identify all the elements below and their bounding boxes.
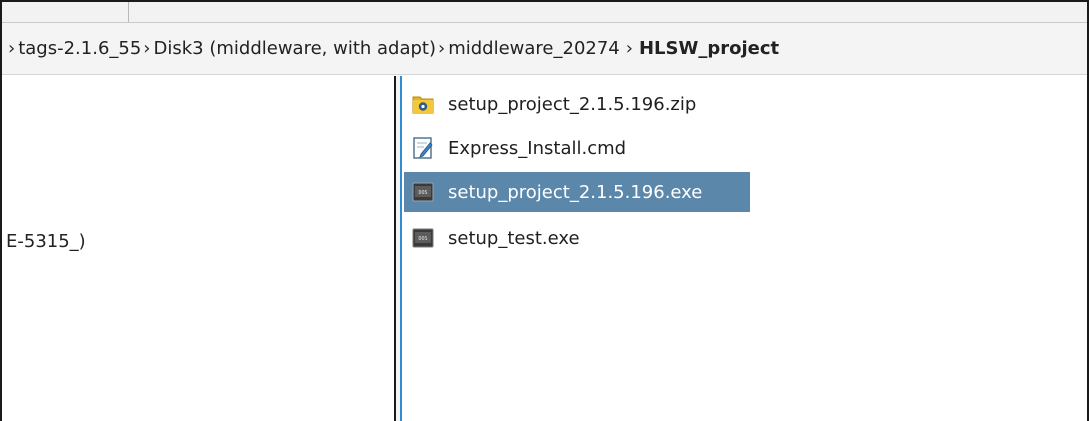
breadcrumb: › tags-2.1.6_55 › Disk3 (middleware, wit… bbox=[2, 23, 1087, 75]
file-manager-window: › tags-2.1.6_55 › Disk3 (middleware, wit… bbox=[0, 0, 1089, 421]
file-name: setup_test.exe bbox=[448, 227, 580, 249]
toolbar-divider bbox=[128, 2, 129, 22]
dos-executable-icon: DOS bbox=[412, 227, 434, 249]
chevron-right-icon[interactable]: › bbox=[438, 38, 445, 59]
svg-text:DOS: DOS bbox=[418, 190, 427, 196]
file-name: setup_project_2.1.5.196.zip bbox=[448, 93, 697, 115]
breadcrumb-item-current[interactable]: HLSW_project bbox=[639, 38, 779, 59]
chevron-right-icon[interactable]: › bbox=[143, 38, 150, 59]
tree-item[interactable]: E-5315_) bbox=[6, 231, 86, 252]
file-row-zip[interactable]: setup_project_2.1.5.196.zip bbox=[404, 84, 734, 124]
chevron-right-icon[interactable]: › bbox=[8, 38, 15, 59]
file-row-test-exe[interactable]: DOS setup_test.exe bbox=[404, 218, 734, 258]
file-name: setup_project_2.1.5.196.exe bbox=[448, 181, 703, 203]
script-file-icon bbox=[412, 137, 434, 159]
file-row-cmd[interactable]: Express_Install.cmd bbox=[404, 128, 734, 168]
toolbar-strip bbox=[2, 2, 1087, 23]
file-name: Express_Install.cmd bbox=[448, 137, 627, 159]
breadcrumb-item-tags[interactable]: tags-2.1.6_55 bbox=[18, 38, 141, 59]
file-list-pane[interactable]: setup_project_2.1.5.196.zip Express_Inst… bbox=[400, 76, 1087, 421]
chevron-right-icon[interactable]: › bbox=[626, 38, 633, 59]
dos-executable-icon: DOS bbox=[412, 181, 434, 203]
file-row-exe-selected[interactable]: DOS setup_project_2.1.5.196.exe bbox=[404, 172, 750, 212]
breadcrumb-item-middleware[interactable]: middleware_20274 bbox=[448, 38, 620, 59]
folder-tree-pane[interactable]: E-5315_) bbox=[2, 76, 396, 421]
svg-text:DOS: DOS bbox=[418, 236, 427, 242]
zip-archive-icon bbox=[412, 93, 434, 115]
breadcrumb-item-disk3[interactable]: Disk3 (middleware, with adapt) bbox=[154, 38, 437, 59]
